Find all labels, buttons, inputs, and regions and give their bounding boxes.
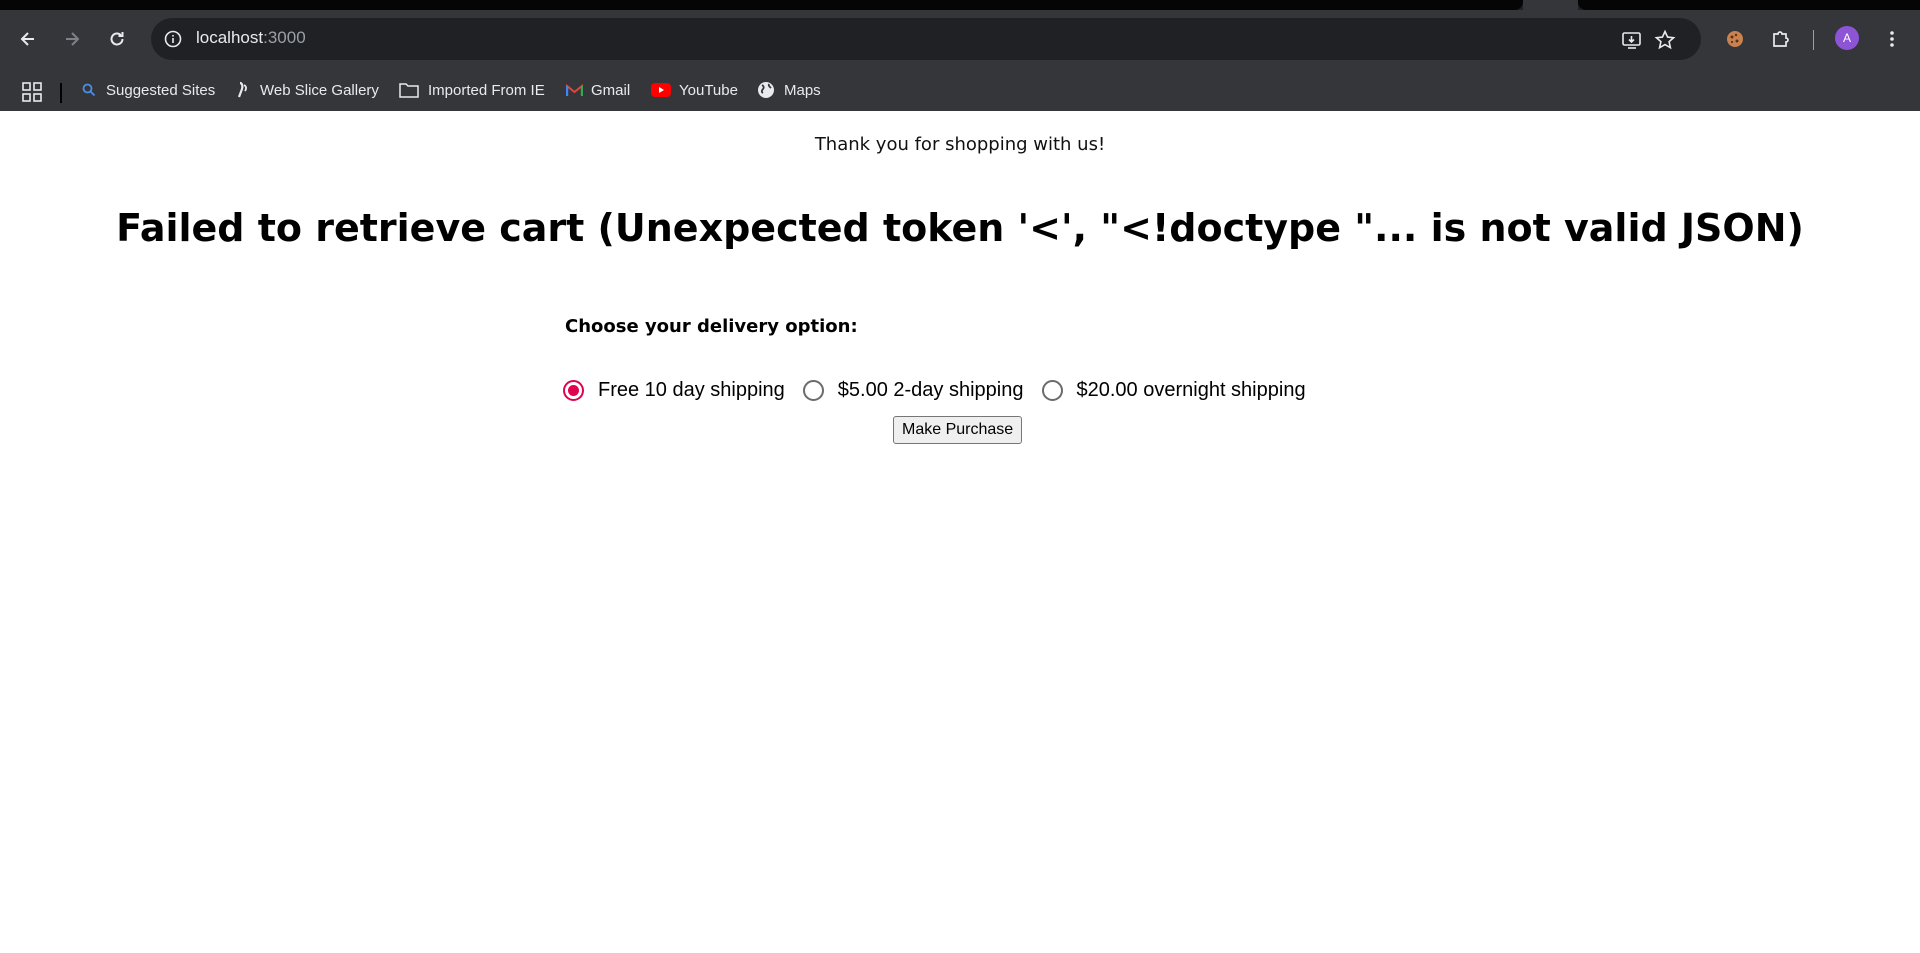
- menu-kebab-icon[interactable]: [1878, 25, 1906, 53]
- bookmark-star-icon[interactable]: [1654, 29, 1676, 51]
- delivery-option-label-overnight: $20.00 overnight shipping: [1076, 378, 1306, 401]
- error-heading: Failed to retrieve cart (Unexpected toke…: [116, 206, 1804, 250]
- toolbar-divider: [1813, 30, 1814, 50]
- browser-toolbar: localhost:3000 A: [0, 10, 1920, 68]
- folder-icon: [398, 81, 420, 99]
- address-bar[interactable]: localhost:3000: [151, 18, 1701, 60]
- web-slice-icon: [234, 81, 252, 99]
- bookmark-label: Imported From IE: [428, 81, 545, 99]
- bookmarks-divider: [60, 83, 62, 103]
- bookmark-label: YouTube: [679, 81, 738, 99]
- delivery-option-label-2day: $5.00 2-day shipping: [837, 378, 1024, 401]
- bookmark-maps[interactable]: Maps: [756, 78, 821, 102]
- tab[interactable]: [0, 0, 1523, 10]
- url-host: localhost: [196, 28, 264, 47]
- bookmark-label: Gmail: [591, 81, 631, 99]
- apps-grid-icon[interactable]: [22, 82, 42, 102]
- bookmark-gmail[interactable]: Gmail: [565, 78, 630, 102]
- bookmark-web-slice-gallery[interactable]: Web Slice Gallery: [234, 78, 379, 102]
- gmail-icon: [565, 81, 583, 99]
- profile-avatar[interactable]: A: [1835, 26, 1859, 50]
- make-purchase-button[interactable]: Make Purchase: [893, 416, 1023, 444]
- radio-button-overnight[interactable]: [1041, 379, 1063, 401]
- page-content: Thank you for shopping with us! Failed t…: [0, 111, 1920, 953]
- radio-button-free[interactable]: [563, 379, 584, 401]
- thank-you-message: Thank you for shopping with us!: [814, 134, 1106, 155]
- install-app-icon[interactable]: [1621, 29, 1643, 51]
- reload-icon: [110, 32, 124, 46]
- delivery-options-group: Free 10 day shipping $5.00 2-day shippin…: [563, 375, 1324, 405]
- bookmark-label: Maps: [784, 81, 821, 99]
- tab-strip: [0, 0, 1920, 10]
- delivery-option-label-free: Free 10 day shipping: [598, 378, 785, 401]
- bookmark-label: Web Slice Gallery: [260, 81, 379, 99]
- forward-button[interactable]: [57, 24, 87, 54]
- site-info-icon[interactable]: [163, 29, 183, 49]
- tab-strip-gap: [1523, 0, 1578, 10]
- bookmark-imported-from-ie[interactable]: Imported From IE: [398, 78, 545, 102]
- bookmarks-bar: Suggested Sites Web Slice Gallery Import…: [0, 68, 1920, 111]
- extensions-puzzle-icon[interactable]: [1767, 25, 1795, 53]
- forward-arrow-icon: [66, 32, 80, 46]
- globe-icon: [756, 81, 776, 99]
- bookmark-suggested-sites[interactable]: Suggested Sites: [80, 78, 215, 102]
- bookmark-label: Suggested Sites: [106, 81, 216, 99]
- youtube-icon: [651, 81, 671, 99]
- delivery-option-overnight[interactable]: $20.00 overnight shipping: [1041, 378, 1306, 402]
- reload-button[interactable]: [102, 24, 132, 54]
- cookie-extension-icon[interactable]: [1721, 25, 1749, 53]
- browser-chrome: localhost:3000 A Suggested Sites Web Sli…: [0, 0, 1920, 111]
- tab[interactable]: [1578, 0, 1920, 10]
- delivery-option-free[interactable]: Free 10 day shipping: [563, 379, 785, 402]
- url-text[interactable]: localhost:3000: [196, 28, 306, 48]
- delivery-option-2day[interactable]: $5.00 2-day shipping: [802, 378, 1024, 402]
- delivery-option-label: Choose your delivery option:: [565, 316, 858, 337]
- bookmark-youtube[interactable]: YouTube: [651, 78, 738, 102]
- back-arrow-icon: [20, 32, 34, 46]
- url-port: :3000: [263, 28, 306, 47]
- search-icon: [80, 81, 98, 99]
- back-button[interactable]: [13, 24, 43, 54]
- radio-button-2day[interactable]: [802, 379, 824, 401]
